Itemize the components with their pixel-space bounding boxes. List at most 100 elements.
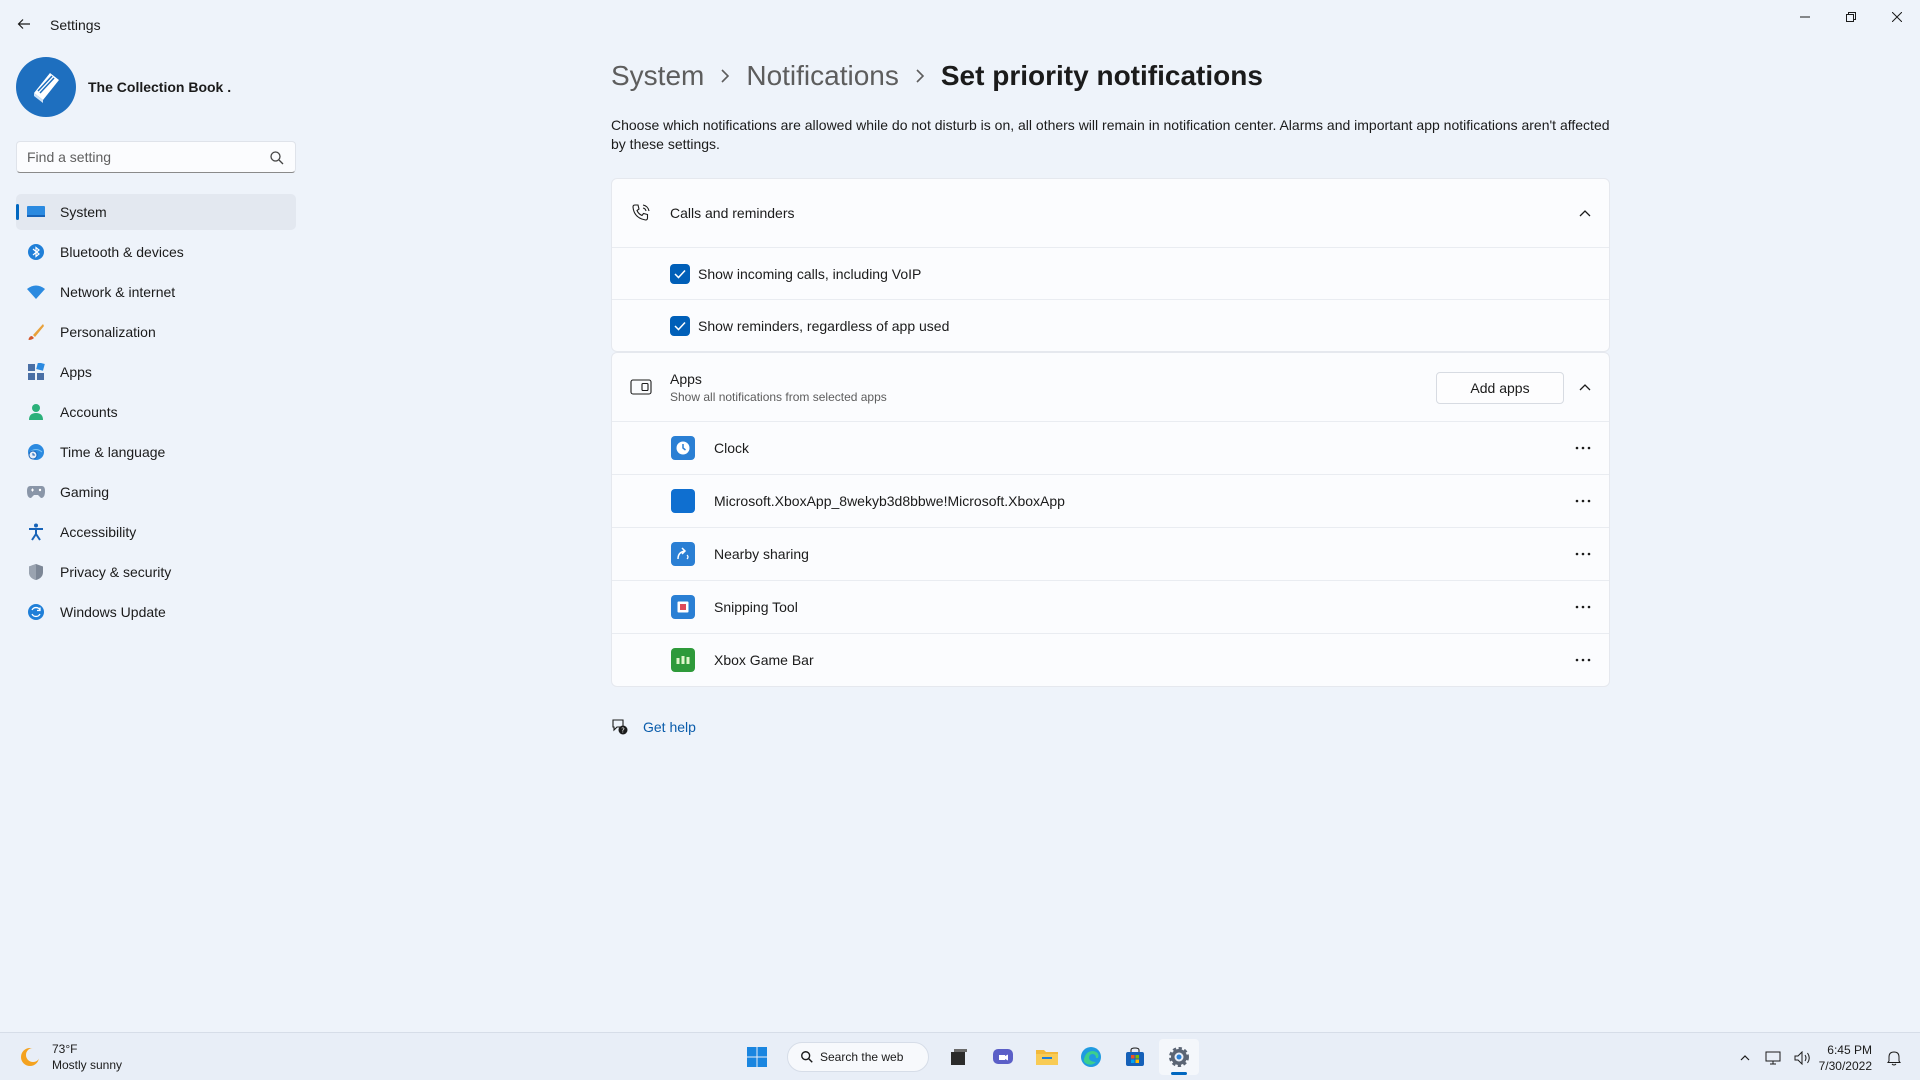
app-row-nearby-sharing[interactable]: Nearby sharing: [612, 527, 1609, 580]
more-options-button[interactable]: [1567, 538, 1599, 570]
globe-clock-icon: [26, 442, 46, 462]
search-icon[interactable]: [269, 150, 285, 166]
reminders-label: Show reminders, regardless of app used: [698, 317, 950, 334]
page-description: Choose which notifications are allowed w…: [611, 117, 1610, 152]
sidebar-nav: System Bluetooth & devices Network & int…: [16, 194, 296, 634]
brush-icon: [26, 322, 46, 342]
search-box[interactable]: [16, 141, 296, 173]
user-profile[interactable]: The Collection Book .: [16, 56, 231, 118]
sidebar-item-personalization[interactable]: Personalization: [16, 314, 296, 350]
app-row-xbox-app[interactable]: Microsoft.XboxApp_8wekyb3d8bbwe!Microsof…: [612, 474, 1609, 527]
speaker-icon: [1794, 1051, 1810, 1065]
task-view-icon: [951, 1049, 967, 1065]
notification-center-button[interactable]: [1882, 1040, 1906, 1076]
breadcrumb-system[interactable]: System: [611, 60, 704, 92]
option-reminders[interactable]: Show reminders, regardless of app used: [612, 299, 1609, 351]
taskbar: 73°F Mostly sunny Search the web 6:45 PM…: [0, 1032, 1920, 1080]
collapse-calls-button[interactable]: [1571, 199, 1599, 227]
option-incoming-calls[interactable]: Show incoming calls, including VoIP: [612, 247, 1609, 299]
file-explorer-button[interactable]: [1027, 1039, 1067, 1075]
search-input[interactable]: [17, 142, 295, 172]
sidebar-item-accounts[interactable]: Accounts: [16, 394, 296, 430]
apps-header[interactable]: Apps Show all notifications from selecte…: [612, 353, 1609, 421]
more-icon: [1575, 499, 1591, 503]
taskbar-search[interactable]: Search the web: [787, 1042, 929, 1072]
back-arrow-icon: [17, 19, 30, 29]
app-row-xbox-game-bar[interactable]: Xbox Game Bar: [612, 633, 1609, 686]
teams-chat-button[interactable]: [983, 1039, 1023, 1075]
more-options-button[interactable]: [1567, 485, 1599, 517]
app-row-snipping-tool[interactable]: Snipping Tool: [612, 580, 1609, 633]
reminders-checkbox[interactable]: [670, 315, 690, 336]
clock-date: 7/30/2022: [1818, 1059, 1872, 1073]
person-icon: [26, 402, 46, 422]
start-button[interactable]: [737, 1039, 777, 1075]
sidebar-item-windows-update[interactable]: Windows Update: [16, 594, 296, 630]
weather-temp: 73°F: [52, 1042, 78, 1056]
sidebar-item-time-language[interactable]: Time & language: [16, 434, 296, 470]
minimize-button[interactable]: [1782, 0, 1828, 34]
calls-reminders-header[interactable]: Calls and reminders: [612, 179, 1609, 247]
weather-widget[interactable]: 73°F Mostly sunny: [18, 1041, 122, 1073]
sidebar-item-system[interactable]: System: [16, 194, 296, 230]
calls-reminders-card: Calls and reminders Show incoming calls,…: [611, 178, 1610, 352]
edge-button[interactable]: [1071, 1039, 1111, 1075]
more-icon: [1575, 658, 1591, 662]
back-button[interactable]: [10, 10, 38, 38]
task-view-button[interactable]: [939, 1039, 979, 1075]
get-help[interactable]: ? Get help: [611, 716, 696, 738]
gamepad-icon: [26, 482, 46, 502]
chevron-up-icon: [1740, 1055, 1750, 1061]
sidebar-item-label: Network & internet: [60, 284, 176, 300]
settings-taskbar-button[interactable]: [1159, 1039, 1199, 1075]
add-apps-button[interactable]: Add apps: [1436, 372, 1564, 404]
more-options-button[interactable]: [1567, 644, 1599, 676]
book-icon: [34, 73, 59, 103]
more-icon: [1575, 446, 1591, 450]
apps-title-block: Apps Show all notifications from selecte…: [670, 371, 887, 404]
restore-button[interactable]: [1828, 0, 1874, 34]
breadcrumb-notifications[interactable]: Notifications: [746, 60, 899, 92]
sidebar-item-network[interactable]: Network & internet: [16, 274, 296, 310]
store-icon: [1126, 1047, 1144, 1066]
accessibility-icon: [26, 522, 46, 542]
close-button[interactable]: [1874, 0, 1920, 34]
folder-icon: [1036, 1050, 1058, 1065]
bluetooth-icon: [26, 242, 46, 262]
apps-card: Apps Show all notifications from selecte…: [611, 352, 1610, 687]
xbox-game-bar-icon: [671, 648, 695, 672]
sidebar-item-label: Privacy & security: [60, 564, 172, 580]
taskbar-clock[interactable]: 6:45 PM 7/30/2022: [1819, 1042, 1872, 1074]
sidebar-item-accessibility[interactable]: Accessibility: [16, 514, 296, 550]
chevron-right-icon: [915, 69, 925, 83]
app-row-clock[interactable]: Clock: [612, 421, 1609, 474]
edge-icon: [1081, 1047, 1101, 1067]
svg-text:?: ?: [621, 727, 625, 735]
sidebar-item-privacy[interactable]: Privacy & security: [16, 554, 296, 590]
checkmark-icon: [674, 269, 686, 279]
apps-icon: [26, 362, 46, 382]
collapse-apps-button[interactable]: [1571, 373, 1599, 401]
volume-tray-button[interactable]: [1789, 1040, 1817, 1076]
sidebar-item-apps[interactable]: Apps: [16, 354, 296, 390]
show-hidden-icons-button[interactable]: [1733, 1040, 1757, 1076]
help-chat-icon: ?: [612, 719, 628, 735]
incoming-calls-checkbox[interactable]: [670, 263, 690, 284]
taskbar-search-label: Search the web: [820, 1050, 904, 1064]
more-options-button[interactable]: [1567, 591, 1599, 623]
app-name: Snipping Tool: [714, 599, 798, 615]
weather-desc: Mostly sunny: [52, 1058, 123, 1072]
apps-title: Apps: [670, 370, 702, 387]
sidebar-item-label: Gaming: [60, 484, 110, 500]
calls-reminders-title: Calls and reminders: [670, 205, 795, 221]
title-bar: Settings: [0, 0, 1920, 48]
sidebar-item-gaming[interactable]: Gaming: [16, 474, 296, 510]
sidebar-item-label: Personalization: [60, 324, 156, 340]
sidebar-item-bluetooth[interactable]: Bluetooth & devices: [16, 234, 296, 270]
sidebar-item-label: Windows Update: [60, 604, 166, 620]
get-help-link[interactable]: Get help: [643, 719, 696, 735]
wifi-icon: [26, 282, 46, 302]
more-options-button[interactable]: [1567, 432, 1599, 464]
network-tray-button[interactable]: [1761, 1040, 1785, 1076]
store-button[interactable]: [1115, 1039, 1155, 1075]
